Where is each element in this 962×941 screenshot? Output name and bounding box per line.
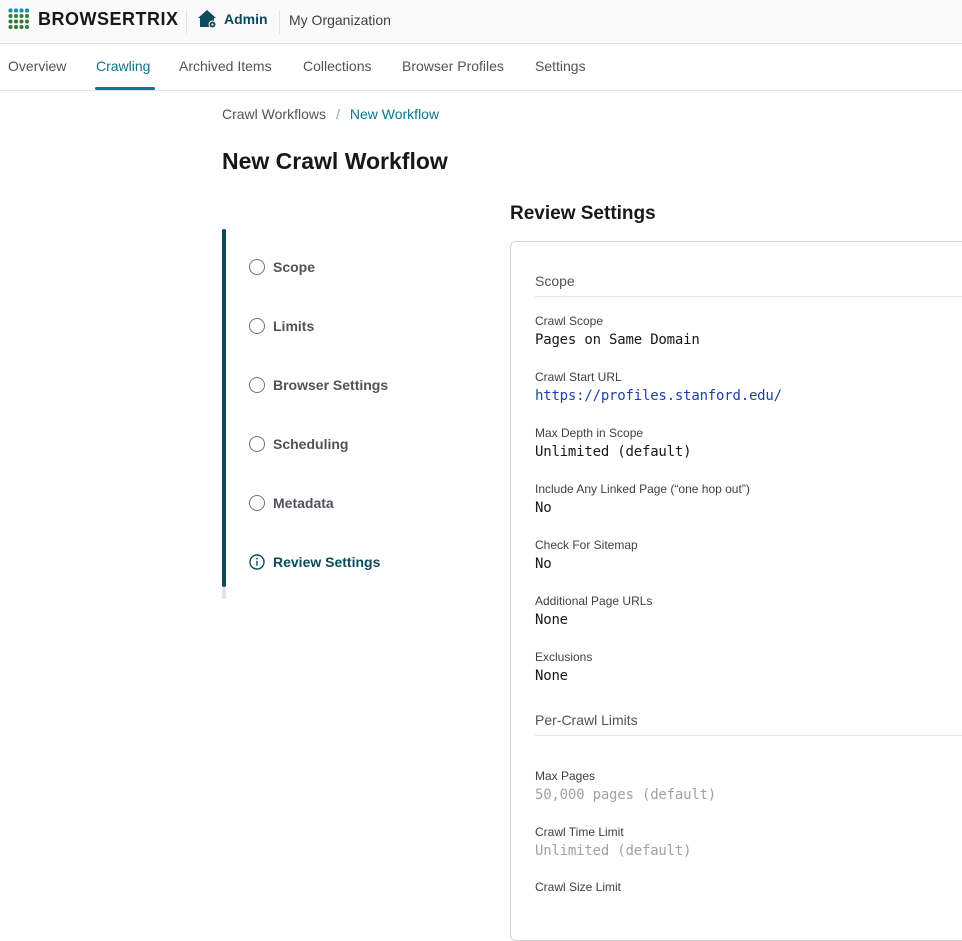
page-title: New Crawl Workflow	[222, 148, 448, 174]
field-label-time-limit: Crawl Time Limit	[535, 825, 624, 839]
org-name[interactable]: My Organization	[289, 12, 391, 28]
info-circle-icon	[249, 554, 265, 570]
field-value-max-depth: Unlimited (default)	[535, 444, 692, 460]
step-metadata[interactable]: Metadata	[249, 495, 334, 511]
step-label: Review Settings	[273, 554, 381, 570]
field-label-crawl-scope: Crawl Scope	[535, 314, 604, 328]
review-settings-heading: Review Settings	[510, 203, 656, 224]
tab-collections[interactable]: Collections	[303, 58, 371, 74]
step-browser-settings[interactable]: Browser Settings	[249, 377, 388, 393]
step-incomplete-icon	[249, 377, 265, 393]
tab-settings[interactable]: Settings	[535, 58, 586, 74]
tab-browser-profiles[interactable]: Browser Profiles	[402, 58, 504, 74]
step-scope[interactable]: Scope	[249, 259, 315, 275]
field-label-additional-urls: Additional Page URLs	[535, 594, 653, 608]
header-divider	[186, 10, 187, 34]
step-scheduling[interactable]: Scheduling	[249, 436, 348, 452]
field-label-one-hop-out: Include Any Linked Page (“one hop out”)	[535, 482, 750, 496]
step-incomplete-icon	[249, 318, 265, 334]
breadcrumb: Crawl Workflows / New Workflow	[222, 106, 439, 122]
field-value-crawl-scope: Pages on Same Domain	[535, 332, 700, 348]
step-label: Metadata	[273, 495, 334, 511]
brand-logo[interactable]: BROWSERTRIX	[8, 8, 179, 30]
step-incomplete-icon	[249, 436, 265, 452]
field-value-one-hop-out: No	[535, 500, 552, 516]
breadcrumb-crawl-workflows[interactable]: Crawl Workflows	[222, 106, 326, 122]
admin-link[interactable]: Admin	[197, 9, 268, 29]
admin-label: Admin	[224, 11, 268, 27]
section-divider	[535, 735, 962, 736]
step-limits[interactable]: Limits	[249, 318, 314, 334]
breadcrumb-separator: /	[335, 106, 340, 122]
section-title-limits: Per-Crawl Limits	[535, 712, 638, 728]
field-label-start-url: Crawl Start URL	[535, 370, 622, 384]
field-value-exclusions: None	[535, 668, 568, 684]
house-gear-icon	[198, 10, 217, 29]
field-value-time-limit: Unlimited (default)	[535, 843, 692, 859]
tab-overview[interactable]: Overview	[8, 58, 66, 74]
field-value-max-pages: 50,000 pages (default)	[535, 787, 717, 803]
step-label: Browser Settings	[273, 377, 389, 393]
tab-archived-items[interactable]: Archived Items	[179, 58, 272, 74]
brand-name: BROWSERTRIX	[38, 8, 179, 29]
field-label-exclusions: Exclusions	[535, 650, 593, 664]
field-label-max-depth: Max Depth in Scope	[535, 426, 644, 440]
tab-crawling[interactable]: Crawling	[96, 58, 150, 74]
step-label: Scheduling	[273, 436, 349, 452]
steps-progress-track	[222, 587, 226, 599]
step-incomplete-icon	[249, 259, 265, 275]
field-value-start-url-link[interactable]: https://profiles.stanford.edu/	[535, 388, 782, 404]
field-label-sitemap: Check For Sitemap	[535, 538, 638, 552]
section-divider	[535, 296, 962, 297]
org-nav: Overview Crawling Archived Items Collect…	[0, 44, 962, 91]
field-value-sitemap: No	[535, 556, 552, 572]
field-value-additional-urls: None	[535, 612, 568, 628]
top-bar: BROWSERTRIX Admin My Organization	[0, 0, 962, 44]
field-label-size-limit: Crawl Size Limit	[535, 880, 622, 894]
step-label: Scope	[273, 259, 316, 275]
section-title-scope: Scope	[535, 273, 575, 289]
step-incomplete-icon	[249, 495, 265, 511]
field-label-max-pages: Max Pages	[535, 769, 596, 783]
browsertrix-logo-icon	[8, 8, 29, 29]
active-tab-indicator	[95, 87, 155, 90]
step-label: Limits	[273, 318, 315, 334]
breadcrumb-current: New Workflow	[349, 106, 440, 122]
header-divider	[279, 10, 280, 34]
steps-progress-bar	[222, 229, 226, 587]
step-review-settings[interactable]: Review Settings	[249, 554, 380, 570]
